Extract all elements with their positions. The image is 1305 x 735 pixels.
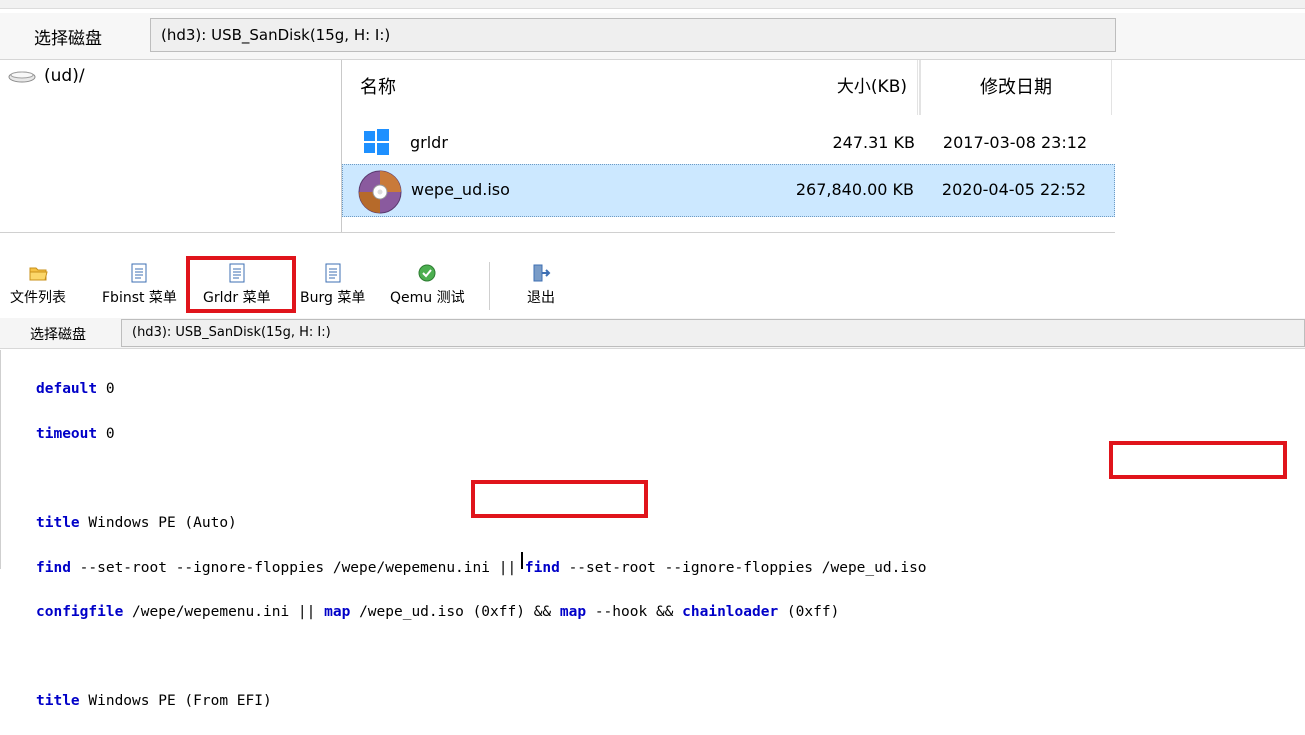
code-text-rest: 0 [97,425,115,442]
panel-bottom-border [0,232,1115,233]
code-token: /wepe_ud.iso [821,559,927,576]
exit-button[interactable]: 退出 [527,262,555,307]
qemu-icon [418,264,436,282]
disk-label-2: 选择磁盘 [30,327,86,343]
code-token: /wepe/wepemenu.ini [132,604,290,621]
fbinst-menu-button[interactable]: Fbinst 菜单 [102,262,177,307]
highlight-box-find-iso [1109,441,1287,479]
keyword: find [524,559,560,576]
toolbar-separator [489,262,490,310]
keyword: default [36,381,98,398]
disk-select[interactable]: (hd3): USB_SanDisk(15g, H: I:) [150,18,1116,52]
code-line: timeout 0 [36,423,927,445]
folder-icon [29,267,48,281]
code-line: configfile /wepe/wepemenu.ini || map /we… [36,601,927,623]
code-line: find --set-root --ignore-floppies /wepe/… [36,557,927,579]
keyword: configfile [36,604,124,621]
file-list-button[interactable]: 文件列表 [10,262,66,307]
exit-label: 退出 [527,290,555,306]
keyword: title [36,693,80,710]
code-text-rest: 0 [97,381,115,398]
tree-item-label: (ud)/ [44,66,85,86]
code-line-blank: ​ [36,646,927,668]
disk-select-2[interactable]: (hd3): USB_SanDisk(15g, H: I:) [121,319,1305,347]
burg-menu-label: Burg 菜单 [300,290,366,306]
file-list-label: 文件列表 [10,290,66,306]
keyword: title [36,515,80,532]
code-token: /wepe/wepemenu.ini [332,559,490,576]
code-line: title Windows PE (From EFI) [36,690,927,712]
highlight-box-map-iso [471,480,648,518]
code-token: (0xff) [786,604,840,621]
column-header-size[interactable]: 大小(KB) [760,60,918,115]
qemu-test-button[interactable]: Qemu 测试 [390,262,465,307]
file-size: 247.31 KB [832,133,915,152]
file-size: 267,840.00 KB [795,180,914,199]
drive-icon [8,71,36,83]
highlight-box-grldr [186,256,296,313]
code-token: && [533,604,552,621]
code-line: default 0 [36,378,927,400]
text-cursor [521,552,523,569]
keyword: find [36,559,71,576]
list-item-selected[interactable]: wepe_ud.iso 267,840.00 KB 2020-04-05 22:… [342,164,1115,217]
code-text-rest: Windows PE (From EFI) [79,693,272,710]
code-token: || [297,604,316,621]
code-text[interactable]: default 0 timeout 0 ​ title Windows PE (… [36,356,927,735]
code-token: --set-root [568,559,656,576]
window-top-edge [0,0,1305,9]
tree-item-ud[interactable]: (ud)/ [8,66,85,86]
disk-label: 选择磁盘 [34,29,102,49]
disc-icon [358,170,402,214]
fbinst-menu-label: Fbinst 菜单 [102,290,177,306]
document-icon [325,263,341,283]
code-token: --set-root [79,559,167,576]
qemu-test-label: Qemu 测试 [390,290,465,306]
file-date: 2017-03-08 23:12 [942,133,1088,152]
keyword: map [559,604,587,621]
code-text-rest: Windows PE (Auto) [79,515,237,532]
file-name: wepe_ud.iso [411,180,510,199]
code-token: (0xff) [472,604,525,621]
code-token: --ignore-floppies [664,559,814,576]
code-token: || [498,559,517,576]
file-date: 2020-04-05 22:52 [941,180,1087,199]
document-icon [131,263,147,283]
file-name: grldr [410,133,448,152]
keyword: chainloader [682,604,779,621]
exit-icon [533,264,551,282]
keyword: map [324,604,351,621]
code-token: --ignore-floppies [175,559,325,576]
code-token: --hook [594,604,648,621]
code-token: /wepe_ud.iso [359,604,464,621]
keyword: timeout [36,425,98,442]
burg-menu-button[interactable]: Burg 菜单 [300,262,365,307]
code-token: && [655,604,674,621]
column-header-date[interactable]: 修改日期 [920,60,1112,115]
windows-icon [364,129,389,155]
